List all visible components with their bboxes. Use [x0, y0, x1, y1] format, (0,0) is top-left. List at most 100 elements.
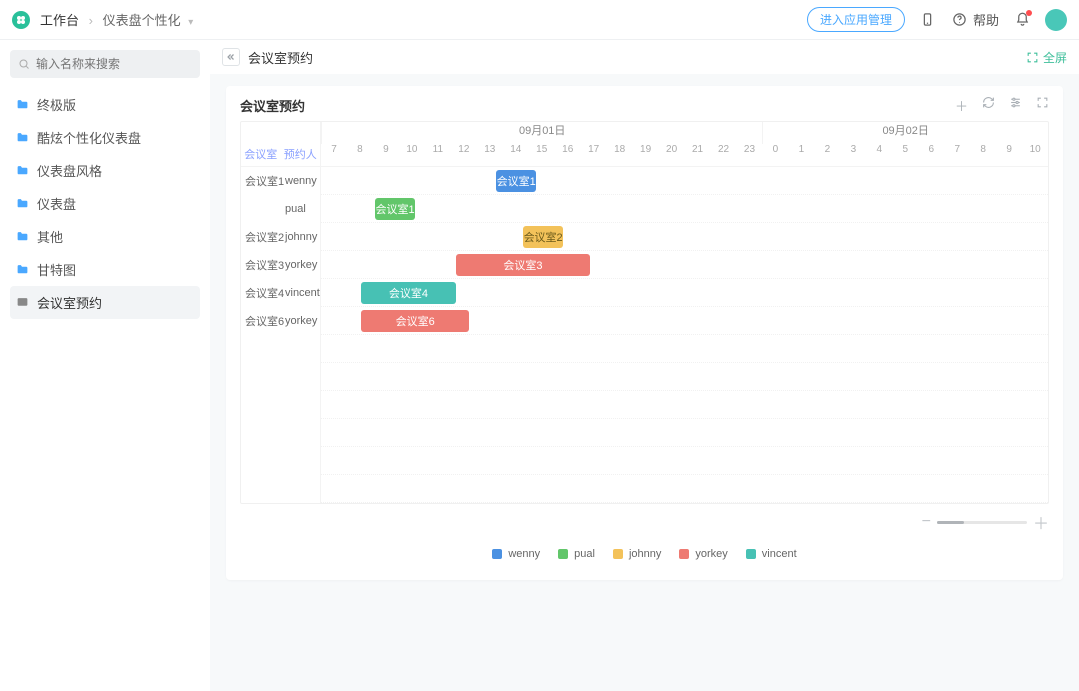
sidebar-item-label: 终极版 [37, 95, 76, 114]
avatar[interactable] [1045, 9, 1067, 31]
gantt-track[interactable]: 会议室3 [321, 251, 1048, 279]
sidebar-item-5[interactable]: 甘特图 [10, 253, 200, 286]
room-label: 会议室2 [245, 229, 285, 245]
sidebar-item-1[interactable]: 酷炫个性化仪表盘 [10, 121, 200, 154]
device-icon[interactable] [919, 11, 937, 29]
gantt-row-label: pual [241, 195, 320, 223]
legend-item: yorkey [679, 548, 727, 560]
hour-label: 20 [659, 144, 685, 166]
legend-item: wenny [492, 548, 540, 560]
hour-label: 0 [762, 144, 788, 166]
gantt-row-label: 会议室4vincent [241, 279, 320, 307]
fullscreen-label: 全屏 [1043, 49, 1067, 66]
gantt-track-empty[interactable] [321, 447, 1048, 475]
settings-icon[interactable] [1009, 96, 1022, 115]
gantt-track-empty[interactable] [321, 419, 1048, 447]
legend-label: vincent [762, 548, 797, 560]
hour-label: 8 [970, 144, 996, 166]
zoom-in-icon[interactable]: ＋ [1033, 510, 1049, 534]
fullscreen-icon [1026, 51, 1039, 64]
sidebar-nav: 终极版酷炫个性化仪表盘仪表盘风格仪表盘其他甘特图会议室预约 [10, 88, 200, 319]
gantt-bar[interactable]: 会议室3 [456, 254, 591, 276]
sidebar: 终极版酷炫个性化仪表盘仪表盘风格仪表盘其他甘特图会议室预约 [0, 40, 210, 691]
app-logo-icon [12, 11, 30, 29]
gantt-track[interactable]: 会议室1 [321, 167, 1048, 195]
sidebar-item-label: 仪表盘风格 [37, 161, 102, 180]
col-header-room: 会议室 [244, 146, 277, 162]
person-label: yorkey [285, 315, 320, 327]
enter-app-admin-button[interactable]: 进入应用管理 [807, 7, 905, 32]
bell-icon[interactable] [1013, 11, 1031, 29]
legend-label: pual [574, 548, 595, 560]
page-titlebar: 会议室预约 全屏 [210, 40, 1079, 74]
sidebar-item-4[interactable]: 其他 [10, 220, 200, 253]
room-label: 会议室1 [245, 173, 285, 189]
sidebar-item-label: 仪表盘 [37, 194, 76, 213]
hour-label: 10 [399, 144, 425, 166]
sidebar-item-0[interactable]: 终极版 [10, 88, 200, 121]
sidebar-item-6[interactable]: 会议室预约 [10, 286, 200, 319]
hour-label: 18 [607, 144, 633, 166]
gantt-bar[interactable]: 会议室4 [361, 282, 455, 304]
sidebar-item-2[interactable]: 仪表盘风格 [10, 154, 200, 187]
gantt-track-empty[interactable] [321, 335, 1048, 363]
legend-swatch [746, 549, 756, 559]
hour-label: 9 [373, 144, 399, 166]
person-label: johnny [285, 231, 320, 243]
gantt-track[interactable]: 会议室2 [321, 223, 1048, 251]
folder-icon [16, 197, 29, 210]
collapse-sidebar-button[interactable] [222, 48, 240, 66]
gantt-track[interactable]: 会议室4 [321, 279, 1048, 307]
gantt-chart: 会议室 预约人 会议室1wennypual会议室2johnny会议室3yorke… [240, 121, 1049, 504]
breadcrumb-root[interactable]: 工作台 [40, 13, 79, 28]
gantt-bar[interactable]: 会议室1 [375, 198, 415, 220]
gantt-grid[interactable]: 09月01日09月02日 789101112131415161718192021… [321, 122, 1048, 503]
gantt-row-label: 会议室1wenny [241, 167, 320, 195]
gantt-track-empty[interactable] [321, 475, 1048, 503]
help-button[interactable]: 帮助 [951, 10, 999, 29]
expand-icon[interactable] [1036, 96, 1049, 115]
chevron-down-icon[interactable]: ▾ [188, 17, 193, 28]
hour-label: 1 [788, 144, 814, 166]
gantt-bar[interactable]: 会议室1 [496, 170, 536, 192]
legend-label: yorkey [695, 548, 727, 560]
hour-label: 7 [944, 144, 970, 166]
person-label: wenny [285, 175, 320, 187]
sidebar-item-label: 酷炫个性化仪表盘 [37, 128, 141, 147]
gantt-track-empty[interactable] [321, 363, 1048, 391]
breadcrumb[interactable]: 工作台 › 仪表盘个性化 ▾ [40, 10, 193, 29]
zoom-slider[interactable] [937, 521, 1027, 524]
notification-dot [1026, 10, 1032, 16]
gantt-track[interactable]: 会议室1 [321, 195, 1048, 223]
legend-swatch [558, 549, 568, 559]
gantt-track-empty[interactable] [321, 391, 1048, 419]
refresh-icon[interactable] [982, 96, 995, 115]
add-icon[interactable]: ＋ [955, 96, 968, 115]
zoom-control[interactable]: − ＋ [240, 510, 1049, 534]
sidebar-item-label: 其他 [37, 227, 63, 246]
date-header: 09月02日 [762, 122, 1048, 144]
hour-label: 6 [918, 144, 944, 166]
hour-label: 13 [477, 144, 503, 166]
search-input[interactable] [36, 57, 192, 71]
dashboard-icon [16, 296, 29, 309]
gantt-row-label: 会议室3yorkey [241, 251, 320, 279]
gantt-bar[interactable]: 会议室6 [361, 310, 469, 332]
gantt-row-labels: 会议室 预约人 会议室1wennypual会议室2johnny会议室3yorke… [241, 122, 321, 503]
hour-label: 19 [633, 144, 659, 166]
folder-icon [16, 230, 29, 243]
col-header-person: 预约人 [284, 146, 317, 162]
gantt-bar[interactable]: 会议室2 [523, 226, 563, 248]
hour-label: 22 [711, 144, 737, 166]
zoom-out-icon[interactable]: − [922, 513, 931, 531]
sidebar-item-3[interactable]: 仪表盘 [10, 187, 200, 220]
search-box[interactable] [10, 50, 200, 78]
folder-icon [16, 164, 29, 177]
panel: 会议室预约 ＋ [226, 86, 1063, 580]
gantt-track[interactable]: 会议室6 [321, 307, 1048, 335]
hour-label: 10 [1022, 144, 1048, 166]
hour-label: 8 [347, 144, 373, 166]
breadcrumb-sub[interactable]: 仪表盘个性化 [103, 13, 181, 28]
hour-label: 23 [737, 144, 763, 166]
fullscreen-button[interactable]: 全屏 [1026, 49, 1067, 66]
